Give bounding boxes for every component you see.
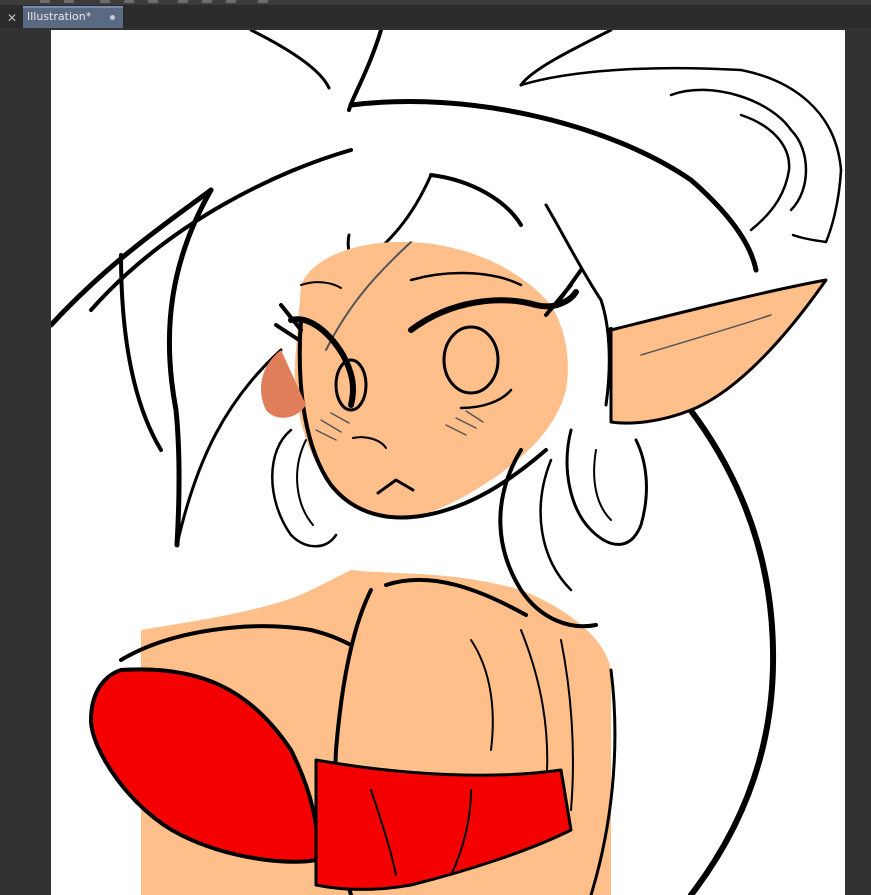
unsaved-dot-icon [110, 15, 115, 20]
character-illustration [51, 30, 843, 895]
tool-icon[interactable] [202, 0, 212, 3]
illustration-artwork [51, 30, 843, 895]
tool-icon[interactable] [178, 0, 188, 3]
tab-title: Illustration* [27, 10, 92, 23]
document-tab-bar: ✕ Illustration* [0, 6, 871, 28]
tool-icon[interactable] [100, 0, 110, 3]
tool-icon[interactable] [40, 0, 50, 3]
tool-icon[interactable] [124, 0, 134, 3]
drawing-canvas[interactable] [51, 30, 845, 895]
close-icon[interactable]: ✕ [4, 10, 20, 26]
tool-icon[interactable] [258, 0, 268, 3]
tool-icon[interactable] [226, 0, 236, 3]
tool-icon[interactable] [148, 0, 158, 3]
tab-illustration[interactable]: Illustration* [23, 6, 123, 28]
tool-icon[interactable] [64, 0, 74, 3]
